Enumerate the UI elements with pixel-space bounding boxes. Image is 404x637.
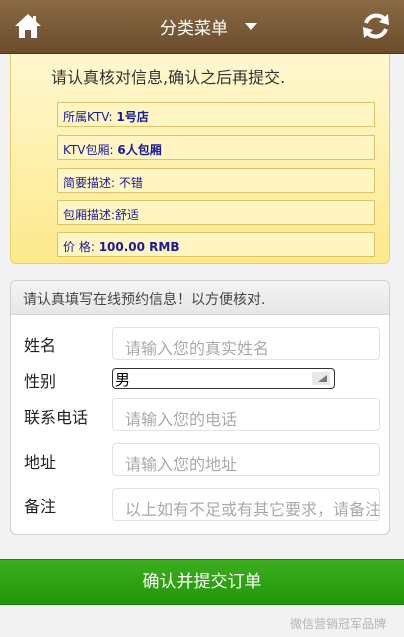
phone-label: 联系电话 [24, 408, 89, 427]
gender-label: 性别 [24, 372, 57, 391]
category-menu-title[interactable]: 分类菜单 [160, 14, 228, 39]
info-value: 不错 [118, 176, 143, 190]
info-value: 6人包厢 [117, 143, 162, 157]
info-label: 所属KTV: [63, 110, 117, 124]
remark-input[interactable]: 以上如有不足或有其它要求，请备注 [112, 488, 380, 521]
name-input[interactable]: 请输入您的真实姓名 [112, 327, 380, 360]
info-label: 包厢描述: [63, 208, 116, 222]
info-row-summary: 简要描述: 不错 [57, 168, 375, 193]
info-value: 舒适 [115, 208, 140, 222]
info-label: KTV包厢: [63, 143, 118, 157]
confirm-panel: 请认真核对信息,确认之后再提交. 所属KTV: 1号店 KTV包厢: 6人包厢 … [10, 54, 390, 264]
info-label: 简要描述: [63, 176, 119, 190]
address-label: 地址 [24, 453, 57, 472]
info-value: 100.00 RMB [98, 240, 180, 254]
info-row-price: 价 格: 100.00 RMB [57, 232, 375, 257]
info-row-ktv: 所属KTV: 1号店 [57, 102, 375, 127]
gender-select[interactable]: 男 [112, 368, 335, 389]
submit-order-button[interactable]: 确认并提交订单 [0, 559, 404, 605]
reservation-form: 请认真填写在线预约信息！以方便核对. 姓名 请输入您的真实姓名 性别 男 联系电… [10, 280, 390, 535]
address-input[interactable]: 请输入您的地址 [112, 443, 380, 476]
phone-input[interactable]: 请输入您的电话 [112, 398, 380, 431]
confirm-heading: 请认真核对信息,确认之后再提交. [51, 68, 286, 87]
gender-value: 男 [115, 371, 131, 389]
name-label: 姓名 [24, 336, 57, 355]
remark-label: 备注 [24, 497, 57, 516]
form-header: 请认真填写在线预约信息！以方便核对. [11, 281, 389, 315]
refresh-icon[interactable] [360, 10, 392, 42]
chevron-down-icon[interactable] [245, 23, 257, 30]
info-row-room: KTV包厢: 6人包厢 [57, 135, 375, 160]
info-row-description: 包厢描述:舒适 [57, 200, 375, 225]
select-arrow-icon [312, 372, 330, 385]
home-icon[interactable] [13, 11, 43, 41]
info-label: 价 格: [63, 240, 99, 254]
top-bar: 分类菜单 [0, 0, 404, 54]
watermark-text: 微信营销冠军品牌 [290, 617, 387, 631]
info-value: 1号店 [116, 110, 149, 124]
